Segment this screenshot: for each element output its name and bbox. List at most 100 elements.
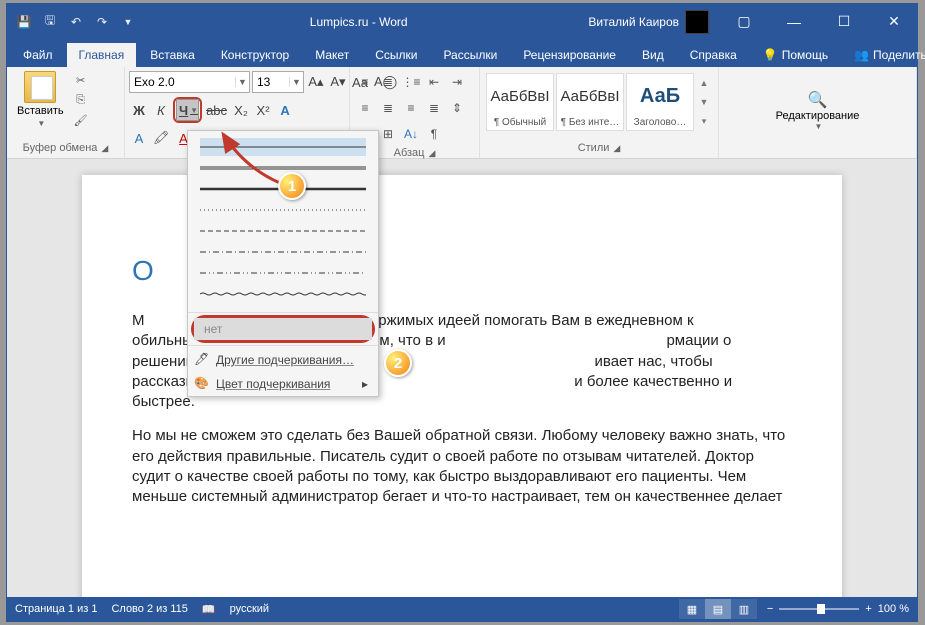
strikethrough-button[interactable]: abc <box>204 99 229 121</box>
decrease-indent-button[interactable]: ⇤ <box>423 71 445 93</box>
multilevel-button[interactable]: ⋮≡ <box>400 71 422 93</box>
underline-color[interactable]: 🎨Цвет подчеркивания▸ <box>188 372 378 396</box>
bullets-button[interactable]: ≡ <box>354 71 376 93</box>
tab-tellme[interactable]: 💡Помощь <box>751 43 840 67</box>
ribbon: Вставить ▼ ✂ ⎘ 🖌 Буфер обмена◢ Exo 2.0▼ … <box>7 67 917 159</box>
spellcheck-icon[interactable]: 📖 <box>202 603 216 616</box>
font-size-select[interactable]: 13▼ <box>252 71 304 93</box>
subscript-button[interactable]: X₂ <box>231 99 251 121</box>
styles-gallery-more[interactable]: ▲▼▾ <box>696 73 712 131</box>
underline-dropdown: нет 🖊Другие подчеркивания… 🎨Цвет подчерк… <box>187 130 379 397</box>
style-nospacing[interactable]: АаБбВвІ¶ Без инте… <box>556 73 624 131</box>
status-page[interactable]: Страница 1 из 1 <box>15 603 97 615</box>
font-name-select[interactable]: Exo 2.0▼ <box>129 71 250 93</box>
show-marks-button[interactable]: ¶ <box>423 123 445 145</box>
more-underlines[interactable]: 🖊Другие подчеркивания… <box>188 348 378 372</box>
underline-style-dotdotdash[interactable] <box>200 264 366 282</box>
copy-icon[interactable]: ⎘ <box>72 91 90 109</box>
ribbon-options-icon[interactable]: ▢ <box>721 7 767 37</box>
qat-dropdown-icon[interactable]: ▼ <box>119 13 137 31</box>
document-area[interactable]: О М держимых идеей помогать Вам в ежедне… <box>7 159 917 597</box>
clipboard-launcher-icon[interactable]: ◢ <box>101 143 108 154</box>
styles-launcher-icon[interactable]: ◢ <box>613 143 620 154</box>
underline-style-dotdash[interactable] <box>200 243 366 261</box>
maximize-button[interactable]: ☐ <box>821 7 867 37</box>
superscript-button[interactable]: X² <box>253 99 273 121</box>
text-effects-button[interactable]: A <box>275 99 295 121</box>
cut-icon[interactable]: ✂ <box>72 71 90 89</box>
highlight-color-button[interactable]: 🖍 <box>151 127 172 149</box>
avatar <box>685 10 709 34</box>
tab-file[interactable]: Файл <box>11 43 65 67</box>
undo-icon[interactable]: ↶ <box>67 13 85 31</box>
sort-button[interactable]: A↓ <box>400 123 422 145</box>
numbering-button[interactable]: ≣ <box>377 71 399 93</box>
view-buttons: ▦ ▤ ▥ <box>679 599 757 619</box>
borders-button[interactable]: ⊞ <box>377 123 399 145</box>
tab-layout[interactable]: Макет <box>303 43 361 67</box>
highlight-button[interactable]: A <box>129 127 149 149</box>
tab-help[interactable]: Справка <box>678 43 749 67</box>
user-name: Виталий Каиров <box>588 15 679 29</box>
underline-style-dashed[interactable] <box>200 222 366 240</box>
italic-button[interactable]: К <box>151 99 171 121</box>
underline-dropdown-icon[interactable]: ▼ <box>190 106 198 115</box>
increase-indent-button[interactable]: ⇥ <box>446 71 468 93</box>
tab-mailings[interactable]: Рассылки <box>431 43 509 67</box>
tab-design[interactable]: Конструктор <box>209 43 301 67</box>
zoom-level[interactable]: 100 % <box>878 603 909 615</box>
zoom-slider[interactable] <box>779 608 859 610</box>
grow-font-button[interactable]: A▴ <box>306 71 326 93</box>
zoom-in-button[interactable]: + <box>865 603 871 615</box>
bold-button[interactable]: Ж <box>129 99 149 121</box>
format-painter-icon[interactable]: 🖌 <box>72 111 90 129</box>
statusbar: Страница 1 из 1 Слово 2 из 115 📖 русский… <box>7 597 917 621</box>
align-right-button[interactable]: ≡ <box>400 97 422 119</box>
save-icon[interactable]: 🖫 <box>41 13 59 31</box>
tab-review[interactable]: Рецензирование <box>511 43 628 67</box>
autosave-icon[interactable]: 💾 <box>15 13 33 31</box>
redo-icon[interactable]: ↷ <box>93 13 111 31</box>
tab-home[interactable]: Главная <box>67 43 137 67</box>
paste-button[interactable]: Вставить ▼ <box>11 69 70 130</box>
underline-button[interactable]: Ч▼ <box>176 99 199 121</box>
underline-none[interactable]: нет <box>194 318 372 340</box>
line-spacing-button[interactable]: ⇕ <box>446 97 468 119</box>
submenu-arrow-icon: ▸ <box>362 377 368 391</box>
status-language[interactable]: русский <box>230 603 269 615</box>
color-icon: 🎨 <box>194 376 210 392</box>
underline-style-wave[interactable] <box>200 285 366 303</box>
zoom-out-button[interactable]: − <box>767 603 773 615</box>
more-icon: 🖊 <box>194 352 210 368</box>
status-words[interactable]: Слово 2 из 115 <box>111 603 187 615</box>
align-center-button[interactable]: ≣ <box>377 97 399 119</box>
close-button[interactable]: ✕ <box>871 7 917 37</box>
underline-style-single[interactable] <box>200 138 366 156</box>
align-left-button[interactable]: ≡ <box>354 97 376 119</box>
tab-share[interactable]: 👥Поделиться <box>842 43 925 67</box>
paste-dropdown-icon[interactable]: ▼ <box>37 119 45 128</box>
tab-view[interactable]: Вид <box>630 43 676 67</box>
user-account[interactable]: Виталий Каиров <box>580 10 717 34</box>
editing-dropdown-icon[interactable]: ▼ <box>815 122 823 131</box>
style-heading1[interactable]: АаБЗаголово… <box>626 73 694 131</box>
editing-label: Редактирование <box>776 110 860 122</box>
print-layout-button[interactable]: ▤ <box>705 599 731 619</box>
tab-references[interactable]: Ссылки <box>363 43 429 67</box>
window-title: Lumpics.ru - Word <box>137 15 580 29</box>
web-layout-button[interactable]: ▥ <box>731 599 757 619</box>
style-normal[interactable]: АаБбВвІ¶ Обычный <box>486 73 554 131</box>
read-mode-button[interactable]: ▦ <box>679 599 705 619</box>
shrink-font-button[interactable]: A▾ <box>328 71 348 93</box>
justify-button[interactable]: ≣ <box>423 97 445 119</box>
app-window: 💾 🖫 ↶ ↷ ▼ Lumpics.ru - Word Виталий Каир… <box>6 3 918 622</box>
underline-highlight: Ч▼ <box>173 97 202 123</box>
paragraph-group-label: Абзац <box>394 147 425 159</box>
doc-paragraph: Но мы не сможем это сделать без Вашей об… <box>132 426 792 507</box>
lightbulb-icon: 💡 <box>763 48 778 62</box>
find-icon[interactable]: 🔍 <box>808 90 828 110</box>
minimize-button[interactable]: — <box>771 7 817 37</box>
underline-style-dotted[interactable] <box>200 201 366 219</box>
tab-insert[interactable]: Вставка <box>138 43 207 67</box>
paragraph-launcher-icon[interactable]: ◢ <box>428 148 435 159</box>
